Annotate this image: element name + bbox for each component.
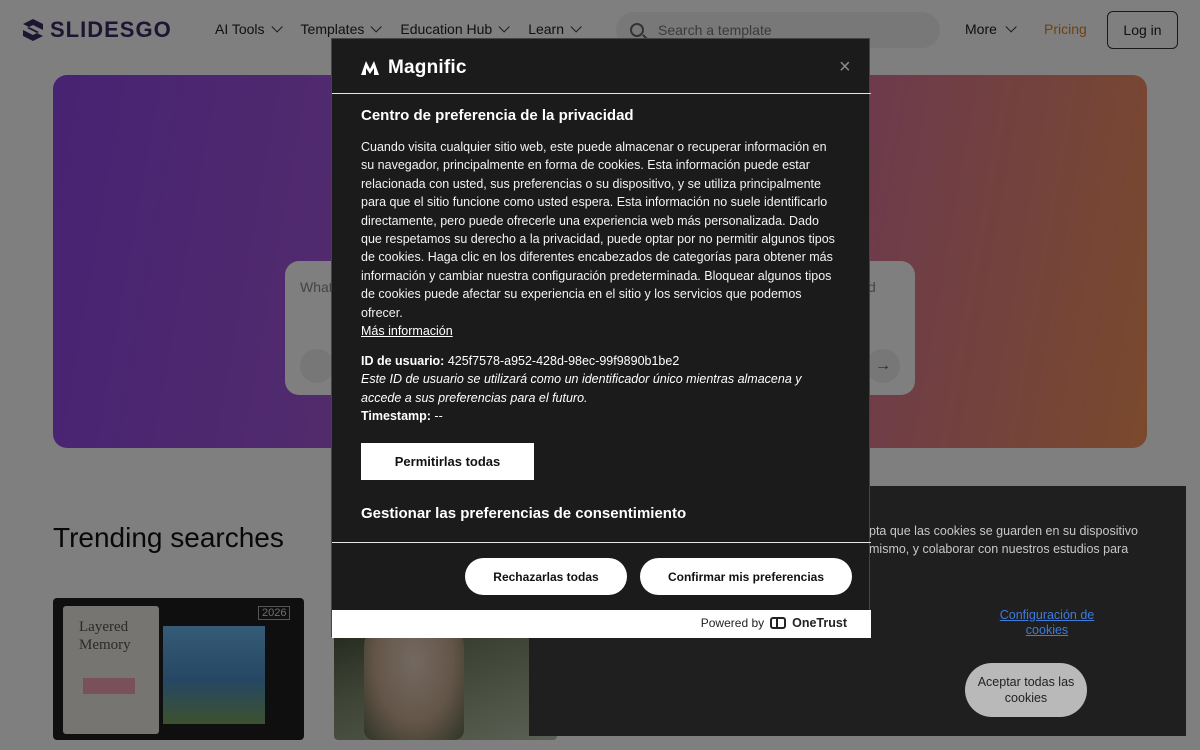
magnific-logo-icon: [361, 61, 379, 75]
powered-by-label: Powered by: [700, 616, 765, 630]
allow-all-button[interactable]: Permitirlas todas: [361, 443, 534, 480]
privacy-description: Cuando visita cualquier sitio web, este …: [361, 140, 835, 320]
privacy-preference-center: Magnific × Centro de preferencia de la p…: [331, 38, 871, 638]
accept-all-cookies-button[interactable]: Aceptar todas las cookies: [965, 663, 1087, 717]
cookie-banner-text: pta que las cookies se guarden en su dis…: [869, 524, 1138, 556]
modal-body: Centro de preferencia de la privacidad C…: [361, 107, 841, 426]
modal-header: Magnific ×: [332, 39, 871, 94]
brand-name: Magnific: [388, 57, 467, 78]
user-id-line: ID de usuario: 425f7578-a952-428d-98ec-9…: [361, 352, 841, 370]
user-id-value: 425f7578-a952-428d-98ec-99f9890b1be2: [447, 354, 680, 369]
user-id-note: Este ID de usuario se utilizará como un …: [361, 372, 802, 405]
manage-consent-title: Gestionar las preferencias de consentimi…: [361, 505, 687, 522]
close-icon[interactable]: ×: [839, 57, 851, 77]
onetrust-name: OneTrust: [792, 616, 847, 630]
cookie-settings-link[interactable]: Configuración de cookies: [995, 608, 1099, 638]
timestamp-value: --: [434, 409, 443, 424]
more-info-link[interactable]: Más información: [361, 324, 453, 338]
magnific-logo: Magnific: [360, 57, 467, 79]
timestamp-line: Timestamp: --: [361, 407, 841, 425]
modal-title: Centro de preferencia de la privacidad: [361, 107, 634, 124]
reject-all-button[interactable]: Rechazarlas todas: [465, 558, 627, 595]
timestamp-label: Timestamp:: [361, 409, 431, 424]
modal-footer: Powered by OneTrust: [332, 610, 871, 638]
user-id-label: ID de usuario:: [361, 354, 445, 369]
onetrust-logo-icon: [770, 617, 787, 629]
confirm-preferences-button[interactable]: Confirmar mis preferencias: [640, 558, 852, 595]
modal-divider: [332, 542, 871, 543]
powered-by-onetrust[interactable]: Powered by OneTrust: [701, 616, 847, 630]
